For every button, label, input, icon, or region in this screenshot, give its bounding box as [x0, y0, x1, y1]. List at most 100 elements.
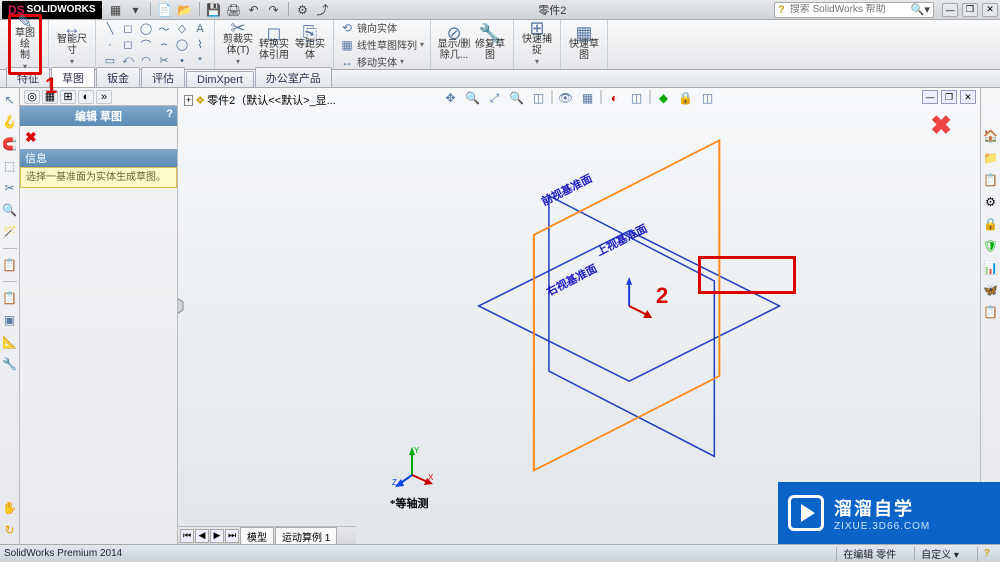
- lasso-tool-icon[interactable]: 🪝: [2, 114, 18, 130]
- rotate-icon[interactable]: ↻: [2, 522, 18, 538]
- chevron-down-icon[interactable]: ▾: [400, 57, 404, 66]
- chevron-down-icon[interactable]: ▾: [236, 57, 240, 66]
- wrench-icon[interactable]: 🔧: [2, 356, 18, 372]
- model-tab[interactable]: 模型: [240, 527, 274, 545]
- status-custom-button[interactable]: 自定义 ▾: [914, 547, 965, 561]
- box-tool-icon[interactable]: ⬚: [2, 158, 18, 174]
- rapid-sketch-button[interactable]: ▦ 快速草 图: [567, 28, 601, 61]
- chamfer-tool-icon[interactable]: ◠: [138, 54, 154, 68]
- more-tab-icon[interactable]: »: [96, 90, 112, 104]
- tab-nav-next-icon[interactable]: ▶: [210, 529, 224, 543]
- configmgr-tab-icon[interactable]: ⊞: [60, 90, 76, 104]
- view-settings-icon[interactable]: ◆: [655, 90, 673, 106]
- arc2-tool-icon[interactable]: ⌢: [156, 38, 172, 52]
- status-help-button[interactable]: ?: [977, 547, 996, 561]
- rect-tool-icon[interactable]: ◻: [120, 22, 136, 36]
- circle-tool-icon[interactable]: ◯: [138, 22, 154, 36]
- linear-pattern-button[interactable]: ▦线性草图阵列▾: [340, 37, 424, 52]
- ruler-icon[interactable]: 📐: [2, 334, 18, 350]
- new-icon[interactable]: 📄: [157, 2, 173, 18]
- appearance-icon[interactable]: ◐: [606, 90, 624, 106]
- smart-dimension-button[interactable]: ↔ 智能尺 寸 ▾: [55, 23, 89, 67]
- file-explorer-icon[interactable]: 📋: [983, 172, 999, 188]
- zoom-area-icon[interactable]: 🔍: [464, 90, 482, 106]
- prev-view-icon[interactable]: ⤢: [486, 90, 504, 106]
- fillet-tool-icon[interactable]: ⤺: [120, 54, 136, 68]
- butterfly-icon[interactable]: 🦋: [983, 282, 999, 298]
- undo-icon[interactable]: ↶: [246, 2, 262, 18]
- display-style-icon[interactable]: 👁: [557, 90, 575, 106]
- show-delete-button[interactable]: ⊘ 显示/删 除几...: [437, 28, 471, 61]
- wand-tool-icon[interactable]: 🪄: [2, 224, 18, 240]
- arc-tool-icon[interactable]: ⌒: [138, 38, 154, 52]
- select-tool-icon[interactable]: ↖: [2, 92, 18, 108]
- print-icon[interactable]: 🖨: [226, 2, 242, 18]
- clipboard-icon[interactable]: 📋: [2, 257, 18, 273]
- panel-help-icon[interactable]: ?: [166, 108, 173, 120]
- save-icon[interactable]: 💾: [206, 2, 222, 18]
- view-orient-icon[interactable]: ◫: [530, 90, 548, 106]
- curve-tool-icon[interactable]: ⌇: [192, 38, 208, 52]
- cancel-button[interactable]: ✖: [25, 129, 37, 145]
- trim-tool-icon[interactable]: ✂: [156, 54, 172, 68]
- help-search[interactable]: ? 🔍▾: [774, 2, 934, 18]
- move-entities-button[interactable]: ↔移动实体▾: [340, 54, 404, 69]
- custom-props-icon[interactable]: 🛡: [983, 238, 999, 254]
- tab-office[interactable]: 办公室产品: [255, 67, 332, 87]
- tab-nav-last-icon[interactable]: ⏭: [225, 529, 239, 543]
- appearances-icon[interactable]: 🔒: [983, 216, 999, 232]
- qa-app-menu-icon[interactable]: ▦: [108, 2, 124, 18]
- clipboard2-icon[interactable]: 📋: [2, 290, 18, 306]
- lock-icon[interactable]: 🔒: [677, 90, 695, 106]
- qa-dropdown-icon[interactable]: ▾: [128, 2, 144, 18]
- clipboard3-icon[interactable]: 📋: [983, 304, 999, 320]
- hide-show-icon[interactable]: ▦: [579, 90, 597, 106]
- options-icon[interactable]: ⚙: [295, 2, 311, 18]
- redo-icon[interactable]: ↷: [266, 2, 282, 18]
- search-icon[interactable]: 🔍▾: [908, 3, 933, 16]
- ellipse-tool-icon[interactable]: ◯: [174, 38, 190, 52]
- featuretree-tab-icon[interactable]: ◎: [24, 90, 40, 104]
- open-icon[interactable]: 📂: [177, 2, 193, 18]
- design-library-icon[interactable]: 📁: [983, 150, 999, 166]
- spline-tool-icon[interactable]: 〜: [156, 22, 172, 36]
- tab-sketch[interactable]: 草图: [51, 67, 95, 87]
- graphics-viewport[interactable]: + ❖ 零件2（默认<<默认>_显... ✥ 🔍 ⤢ 🔍 ◫ 👁 ▦ ◐ ◫ ◆…: [178, 88, 980, 544]
- tab-nav-first-icon[interactable]: ⏮: [180, 529, 194, 543]
- chevron-down-icon[interactable]: ▾: [420, 40, 424, 49]
- section-view-icon[interactable]: 🔍: [508, 90, 526, 106]
- chevron-down-icon[interactable]: ▾: [23, 62, 27, 71]
- point-tool-icon[interactable]: ·: [102, 38, 118, 52]
- repair-sketch-button[interactable]: 🔧 修复草 图: [473, 28, 507, 61]
- rebuild-icon[interactable]: ⤴: [315, 2, 331, 18]
- close-button[interactable]: ✕: [982, 3, 998, 17]
- dimxpert-tab-icon[interactable]: ◐: [78, 90, 94, 104]
- tab-evaluate[interactable]: 评估: [141, 67, 185, 87]
- point2-tool-icon[interactable]: •: [174, 54, 190, 68]
- centerline-tool-icon[interactable]: ▭: [102, 54, 118, 68]
- tab-dimxpert[interactable]: DimXpert: [186, 71, 254, 87]
- offset-entities-button[interactable]: ⎘ 等距实 体: [293, 28, 327, 61]
- scene-icon[interactable]: ◫: [628, 90, 646, 106]
- text-tool-icon[interactable]: A: [192, 22, 208, 36]
- sketch-button[interactable]: ✎ 草图绘 制 ▾: [8, 14, 42, 75]
- misc-tool-icon[interactable]: *: [192, 54, 208, 68]
- viewport-menu-icon[interactable]: ◫: [699, 90, 717, 106]
- quick-snap-button[interactable]: ⊞ 快速捕 捉 ▾: [520, 23, 554, 67]
- mirror-entities-button[interactable]: ⟲镜向实体: [340, 20, 397, 35]
- view-palette-icon[interactable]: ⚙: [983, 194, 999, 210]
- forum-icon[interactable]: 📊: [983, 260, 999, 276]
- tab-sheetmetal[interactable]: 钣金: [96, 67, 140, 87]
- chevron-down-icon[interactable]: ▾: [535, 57, 539, 66]
- zoom-fit-icon[interactable]: ✥: [442, 90, 460, 106]
- tab-nav-prev-icon[interactable]: ◀: [195, 529, 209, 543]
- motion-study-tab[interactable]: 运动算例 1: [275, 527, 337, 545]
- box2-icon[interactable]: ▣: [2, 312, 18, 328]
- minimize-button[interactable]: —: [942, 3, 958, 17]
- line-tool-icon[interactable]: ╲: [102, 22, 118, 36]
- sw-resources-icon[interactable]: 🏠: [983, 128, 999, 144]
- pan-icon[interactable]: ✋: [2, 500, 18, 516]
- chevron-down-icon[interactable]: ▾: [70, 57, 74, 66]
- orientation-triad[interactable]: Y X Z: [390, 445, 434, 489]
- slot-tool-icon[interactable]: ◻: [120, 38, 136, 52]
